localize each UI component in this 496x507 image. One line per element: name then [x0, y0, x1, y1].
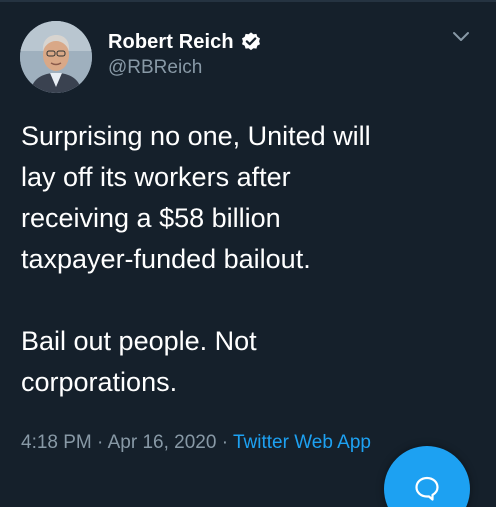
meta-separator: ·	[91, 432, 108, 453]
tweet-text: Surprising no one, United will lay off i…	[21, 121, 371, 397]
author-row: Robert Reich	[108, 29, 262, 55]
divider	[0, 0, 496, 2]
tweet-card: Robert Reich @RBReich Surprising no one,…	[0, 0, 496, 507]
compose-tweet-button[interactable]	[384, 446, 470, 507]
chevron-down-icon[interactable]	[452, 30, 470, 44]
avatar[interactable]	[20, 21, 92, 93]
username-handle[interactable]: @RBReich	[108, 57, 202, 79]
display-name[interactable]: Robert Reich	[108, 31, 234, 54]
verified-badge-icon	[241, 32, 260, 51]
tweet-date[interactable]: Apr 16, 2020	[108, 432, 217, 453]
meta-separator: ·	[216, 432, 233, 453]
compose-tweet-icon	[415, 476, 439, 501]
tweet-time[interactable]: 4:18 PM	[21, 432, 92, 453]
avatar-image	[20, 21, 92, 93]
tweet-source-link[interactable]: Twitter Web App	[233, 432, 371, 453]
tweet-meta: 4:18 PM · Apr 16, 2020 · Twitter Web App	[21, 432, 371, 454]
